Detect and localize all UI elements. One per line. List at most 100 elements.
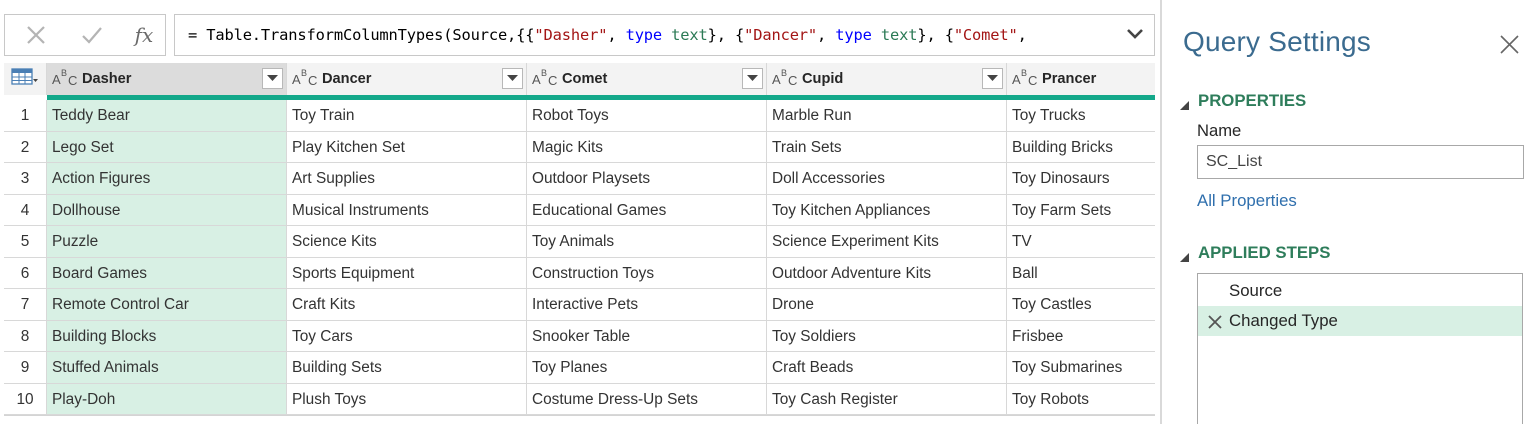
commit-formula-button[interactable] <box>65 15 119 55</box>
table-cell[interactable]: Toy Kitchen Appliances <box>767 194 1007 226</box>
table-cell[interactable]: Craft Beads <box>767 352 1007 384</box>
applied-step-source[interactable]: Source <box>1198 276 1522 306</box>
table-cell[interactable]: Toy Trucks <box>1007 100 1155 132</box>
column-header-dasher[interactable]: A B C Dasher <box>47 63 287 95</box>
table-cell[interactable]: Toy Cash Register <box>767 383 1007 415</box>
table-cell[interactable]: Remote Control Car <box>47 289 287 321</box>
row-number[interactable]: 7 <box>4 289 47 321</box>
row-number[interactable]: 2 <box>4 131 47 163</box>
query-editor: fx = Table.TransformColumnTypes(Source,{… <box>0 0 1160 424</box>
table-cell[interactable]: Toy Planes <box>527 352 767 384</box>
formula-token: }, { <box>917 26 954 44</box>
row-number[interactable]: 3 <box>4 163 47 195</box>
table-cell[interactable]: Building Blocks <box>47 320 287 352</box>
row-number[interactable]: 1 <box>4 100 47 132</box>
table-cell[interactable]: Educational Games <box>527 194 767 226</box>
table-cell[interactable]: Puzzle <box>47 226 287 258</box>
table-cell[interactable]: Toy Robots <box>1007 384 1155 415</box>
formula-bar-buttons: fx <box>4 14 166 56</box>
table-cell[interactable]: Building Bricks <box>1007 132 1155 163</box>
table-cell[interactable]: Toy Soldiers <box>767 320 1007 352</box>
table-cell[interactable]: Frisbee <box>1007 321 1155 352</box>
column-header-prancer[interactable]: A B C Prancer <box>1007 63 1155 95</box>
properties-section-toggle[interactable]: PROPERTIES <box>1179 91 1306 111</box>
column-header-comet[interactable]: A B C Comet <box>527 63 767 95</box>
table-cell[interactable]: Play-Doh <box>47 383 287 415</box>
all-properties-link[interactable]: All Properties <box>1197 191 1297 211</box>
table-cell[interactable]: Train Sets <box>767 131 1007 163</box>
table-cell[interactable]: Outdoor Adventure Kits <box>767 257 1007 289</box>
formula-token <box>872 26 881 44</box>
table-cell[interactable]: Toy Dinosaurs <box>1007 163 1155 195</box>
table-cell[interactable]: Musical Instruments <box>287 194 527 226</box>
text-type-icon[interactable]: ABC <box>292 68 318 88</box>
table-cell[interactable]: Toy Cars <box>287 320 527 352</box>
table-cell[interactable]: Art Supplies <box>287 163 527 195</box>
column-filter-button[interactable] <box>502 68 523 89</box>
table-cell[interactable]: Building Sets <box>287 352 527 384</box>
table-cell[interactable]: Costume Dress-Up Sets <box>527 383 767 415</box>
text-type-icon[interactable]: ABC <box>532 68 558 88</box>
table-cell[interactable]: Lego Set <box>47 131 287 163</box>
collapse-triangle-icon <box>1179 248 1190 262</box>
expand-formula-button[interactable] <box>1124 27 1146 45</box>
table-cell[interactable]: Craft Kits <box>287 289 527 321</box>
table-cell[interactable]: Marble Run <box>767 100 1007 132</box>
check-icon <box>81 24 103 46</box>
table-cell[interactable]: Construction Toys <box>527 257 767 289</box>
table-cell[interactable]: Drone <box>767 289 1007 321</box>
applied-step-label: Changed Type <box>1229 311 1338 330</box>
close-pane-button[interactable] <box>1499 34 1521 56</box>
table-cell[interactable]: Sports Equipment <box>287 257 527 289</box>
table-cell[interactable]: Action Figures <box>47 163 287 195</box>
table-cell[interactable]: Toy Castles <box>1007 289 1155 321</box>
applied-steps-heading: APPLIED STEPS <box>1198 243 1331 262</box>
applied-steps-section-toggle[interactable]: APPLIED STEPS <box>1179 243 1330 263</box>
table-cell[interactable]: Outdoor Playsets <box>527 163 767 195</box>
table-cell[interactable]: Toy Farm Sets <box>1007 195 1155 226</box>
formula-input[interactable]: = Table.TransformColumnTypes(Source,{{"D… <box>174 14 1155 56</box>
table-menu-button[interactable] <box>4 63 47 95</box>
column-header-dancer[interactable]: A B C Dancer <box>287 63 527 95</box>
table-cell[interactable]: TV <box>1007 226 1155 258</box>
text-type-icon[interactable]: ABC <box>1012 68 1038 88</box>
table-cell[interactable]: Plush Toys <box>287 383 527 415</box>
row-number[interactable]: 5 <box>4 226 47 258</box>
table-cell[interactable]: Toy Submarines <box>1007 352 1155 384</box>
column-filter-button[interactable] <box>742 68 763 89</box>
text-type-icon[interactable]: ABC <box>772 68 798 88</box>
row-number[interactable]: 6 <box>4 257 47 289</box>
type-letter-b: B <box>781 68 788 78</box>
row-number[interactable]: 10 <box>4 383 47 415</box>
cancel-formula-button[interactable] <box>9 15 63 55</box>
table-cell[interactable]: Toy Animals <box>527 226 767 258</box>
row-number[interactable]: 9 <box>4 352 47 384</box>
delete-step-icon[interactable] <box>1208 314 1222 329</box>
column-filter-button[interactable] <box>262 68 283 89</box>
formula-token: "Dasher" <box>534 26 608 44</box>
table-cell[interactable]: Dollhouse <box>47 194 287 226</box>
row-number[interactable]: 4 <box>4 194 47 226</box>
table-cell[interactable]: Robot Toys <box>527 100 767 132</box>
text-type-icon[interactable]: ABC <box>52 68 78 88</box>
column-filter-button[interactable] <box>982 68 1003 89</box>
insert-function-button[interactable]: fx <box>117 15 171 55</box>
table-cell[interactable]: Ball <box>1007 258 1155 289</box>
query-name-input[interactable] <box>1197 145 1524 179</box>
column-header-cupid[interactable]: A B C Cupid <box>767 63 1007 95</box>
table-cell[interactable]: Science Kits <box>287 226 527 258</box>
table-cell[interactable]: Interactive Pets <box>527 289 767 321</box>
table-cell[interactable]: Stuffed Animals <box>47 352 287 384</box>
applied-step-changed-type[interactable]: Changed Type <box>1198 306 1522 336</box>
close-icon <box>1499 35 1521 60</box>
table-cell[interactable]: Doll Accessories <box>767 163 1007 195</box>
table-cell[interactable]: Magic Kits <box>527 131 767 163</box>
table-cell[interactable]: Teddy Bear <box>47 100 287 132</box>
table-cell[interactable]: Science Experiment Kits <box>767 226 1007 258</box>
table-cell[interactable]: Snooker Table <box>527 320 767 352</box>
row-number[interactable]: 8 <box>4 320 47 352</box>
table-icon <box>11 67 39 91</box>
table-cell[interactable]: Play Kitchen Set <box>287 131 527 163</box>
table-cell[interactable]: Board Games <box>47 257 287 289</box>
table-cell[interactable]: Toy Train <box>287 100 527 132</box>
